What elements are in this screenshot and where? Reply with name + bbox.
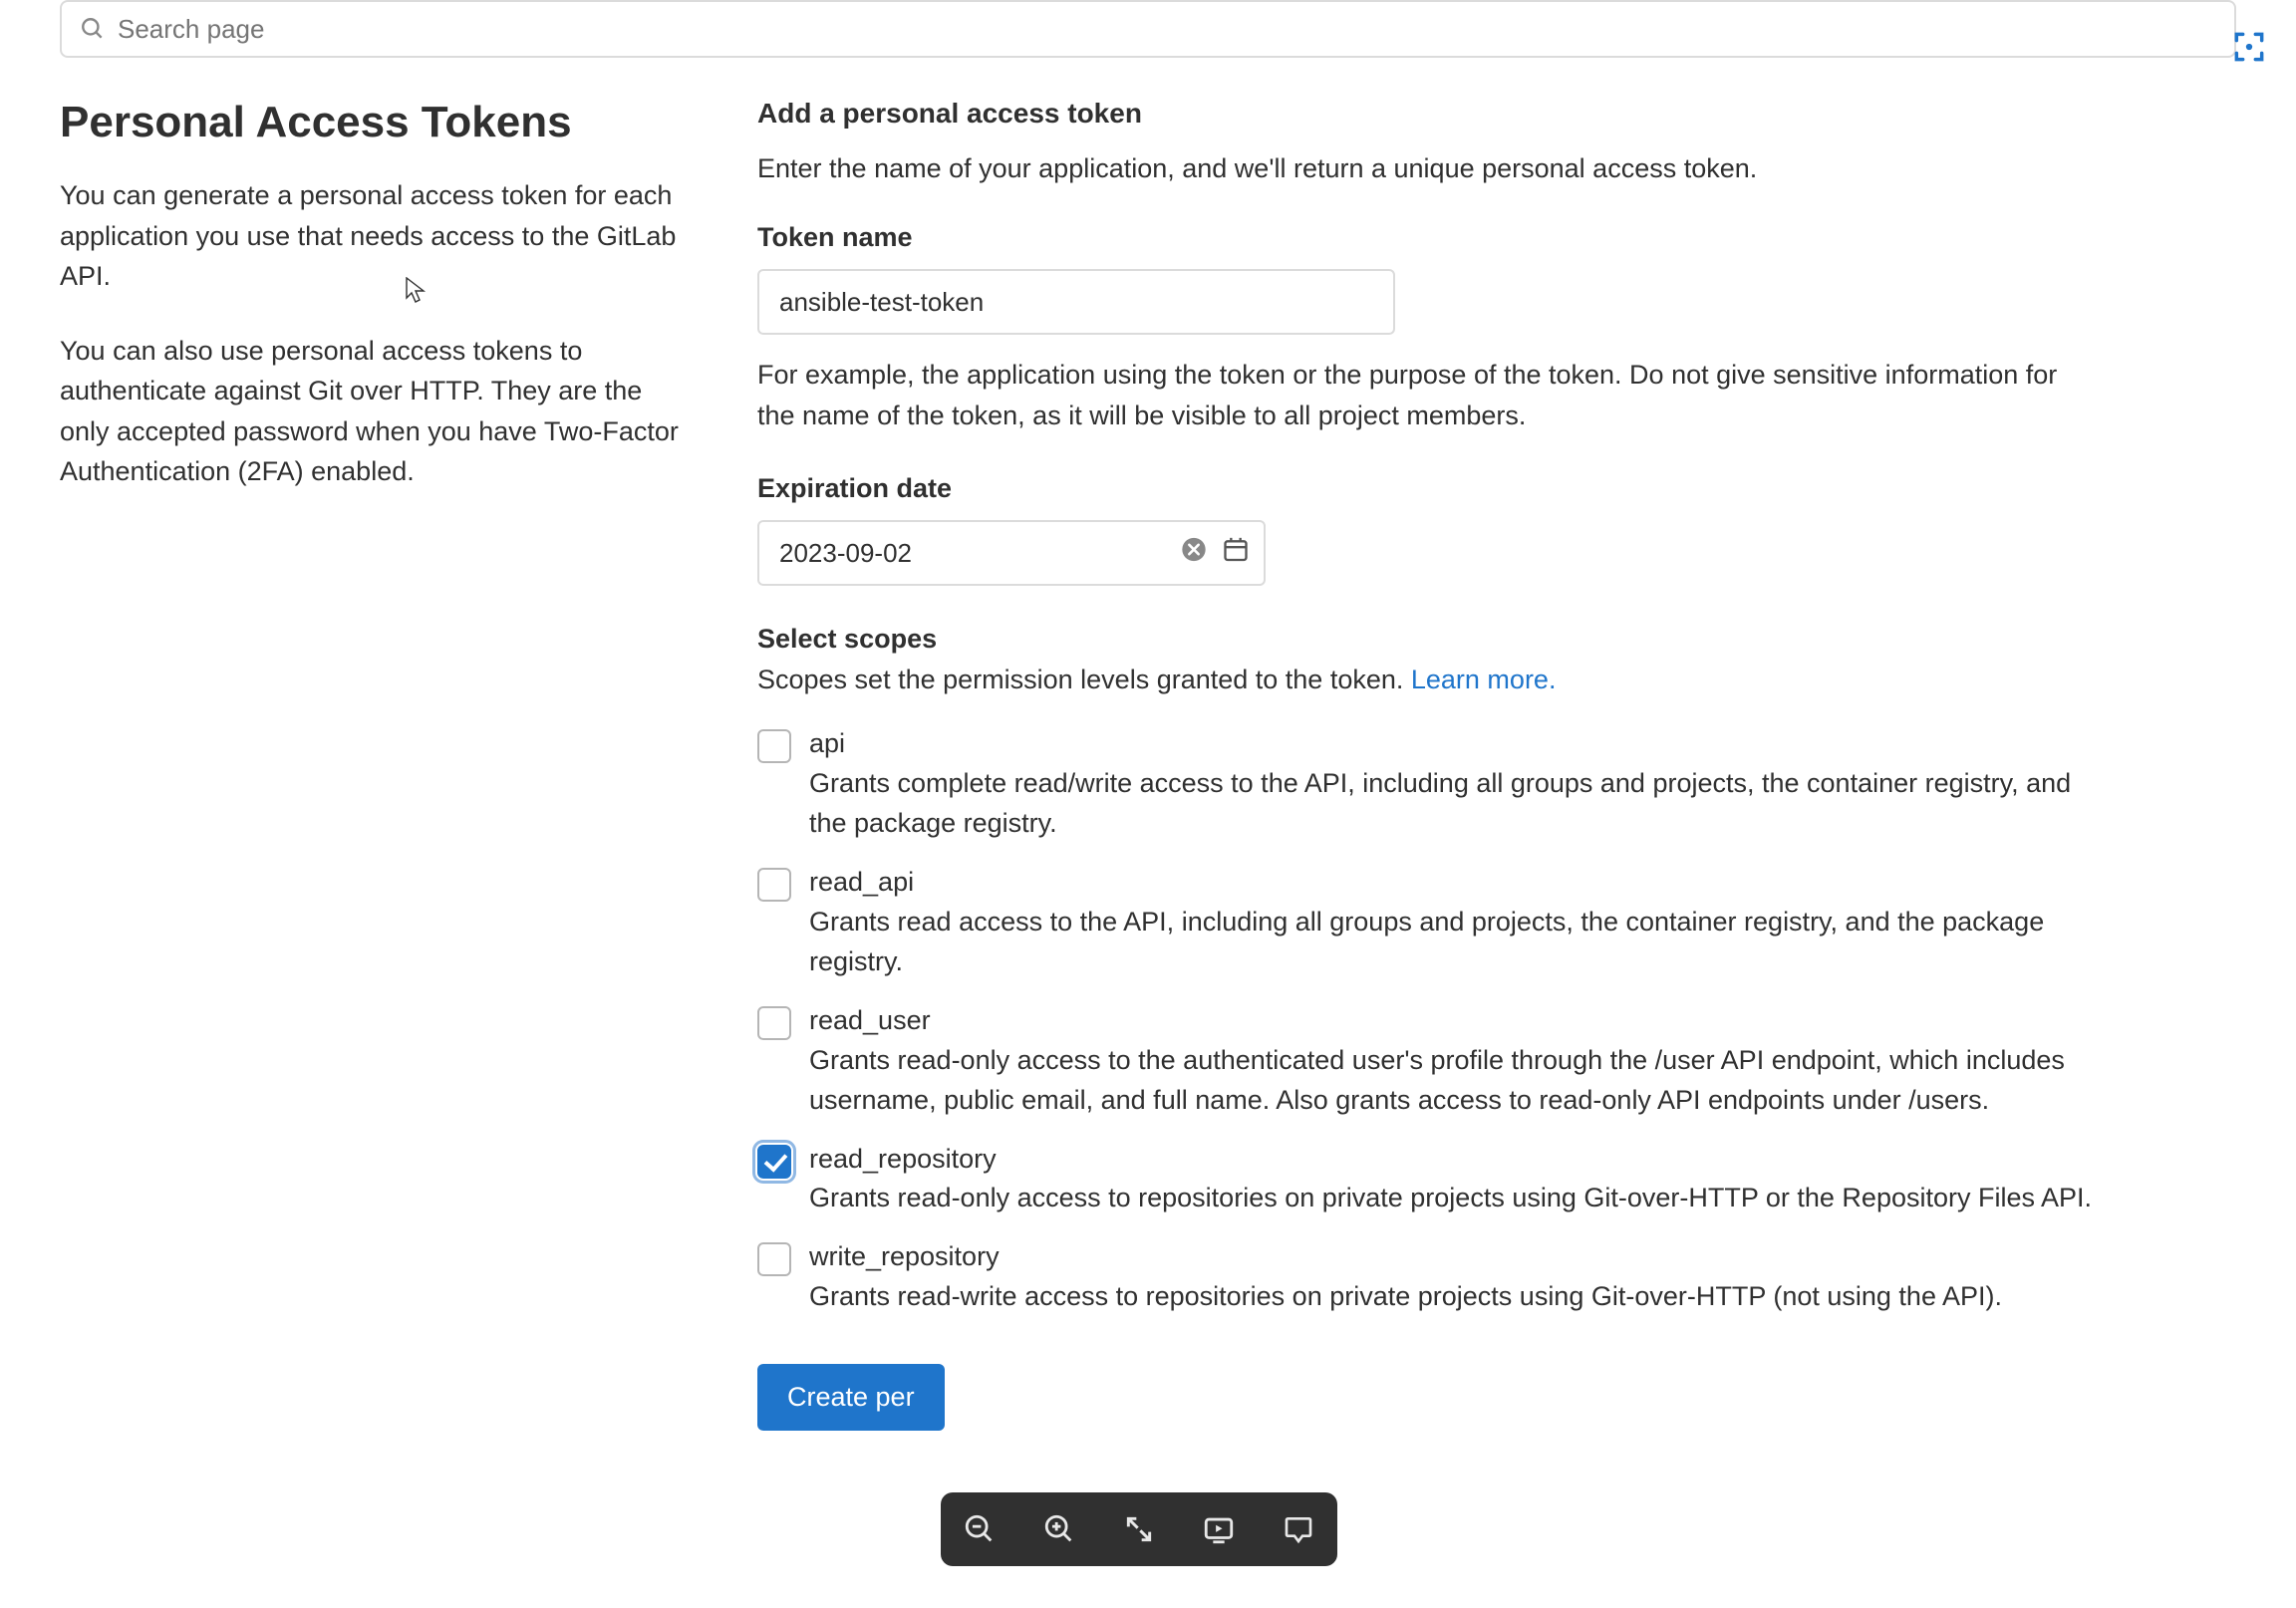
scope-item: apiGrants complete read/write access to … (757, 725, 2093, 844)
token-name-label: Token name (757, 222, 2113, 253)
scope-name[interactable]: api (809, 725, 2093, 763)
scope-description: Grants read-only access to the authentic… (809, 1040, 2093, 1121)
learn-more-link[interactable]: Learn more. (1411, 665, 1557, 694)
scope-description: Grants read-write access to repositories… (809, 1276, 2093, 1317)
scope-description: Grants read access to the API, including… (809, 902, 2093, 982)
expiration-label: Expiration date (757, 473, 2113, 504)
search-input[interactable] (118, 14, 2216, 45)
scope-item: read_repositoryGrants read-only access t… (757, 1141, 2093, 1218)
form-heading: Add a personal access token (757, 98, 2113, 130)
token-name-help: For example, the application using the t… (757, 355, 2093, 435)
page-title: Personal Access Tokens (60, 98, 698, 147)
scopes-desc: Scopes set the permission levels granted… (757, 665, 2113, 695)
form-subheading: Enter the name of your application, and … (757, 149, 2113, 188)
scope-checkbox-read_api[interactable] (757, 868, 791, 902)
present-icon[interactable] (1196, 1506, 1242, 1552)
token-name-input[interactable] (757, 269, 1395, 335)
main-form: Add a personal access token Enter the na… (757, 98, 2113, 1431)
scope-checkbox-api[interactable] (757, 729, 791, 763)
scope-item: read_apiGrants read access to the API, i… (757, 864, 2093, 982)
sidebar-text-2: You can also use personal access tokens … (60, 331, 698, 492)
scope-description: Grants complete read/write access to the… (809, 763, 2093, 844)
clear-icon[interactable] (1180, 536, 1208, 571)
search-bar[interactable] (60, 0, 2236, 58)
sidebar-text-1: You can generate a personal access token… (60, 175, 698, 297)
scope-item: read_userGrants read-only access to the … (757, 1002, 2093, 1121)
scope-name[interactable]: read_repository (809, 1141, 2093, 1179)
scope-name[interactable]: read_user (809, 1002, 2093, 1040)
scan-icon[interactable] (2230, 28, 2268, 73)
scope-description: Grants read-only access to repositories … (809, 1178, 2093, 1218)
calendar-icon[interactable] (1222, 536, 1250, 571)
scope-name[interactable]: read_api (809, 864, 2093, 902)
scope-name[interactable]: write_repository (809, 1238, 2093, 1276)
zoom-out-button[interactable] (957, 1506, 1003, 1552)
sidebar: Personal Access Tokens You can generate … (60, 98, 698, 1431)
viewer-toolbar (941, 1492, 1337, 1566)
create-token-button[interactable]: Create per (757, 1364, 945, 1431)
scope-checkbox-read_repository[interactable] (757, 1145, 791, 1179)
scopes-label: Select scopes (757, 624, 2113, 655)
zoom-in-button[interactable] (1036, 1506, 1082, 1552)
search-icon (80, 16, 106, 42)
scope-checkbox-write_repository[interactable] (757, 1242, 791, 1276)
scope-item: write_repositoryGrants read-write access… (757, 1238, 2093, 1316)
scope-checkbox-read_user[interactable] (757, 1006, 791, 1040)
comment-icon[interactable] (1276, 1506, 1321, 1552)
expand-icon[interactable] (1116, 1506, 1162, 1552)
